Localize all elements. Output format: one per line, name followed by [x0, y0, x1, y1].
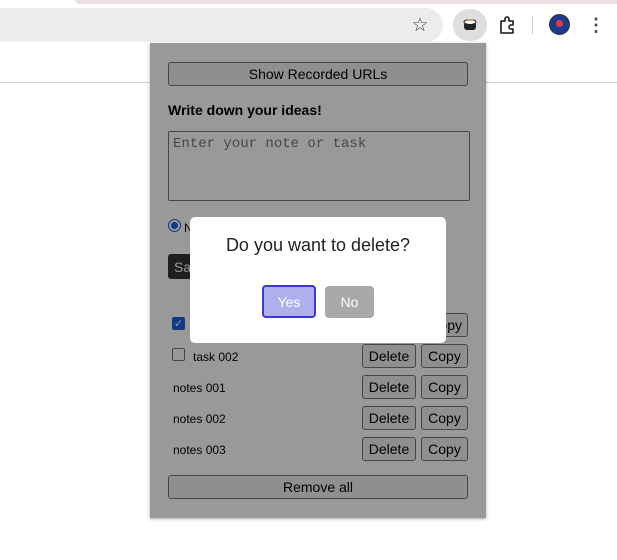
toolbar-separator: [532, 16, 533, 34]
confirm-dialog: Do you want to delete? Yes No: [190, 217, 446, 343]
yes-button[interactable]: Yes: [262, 285, 316, 318]
dialog-message: Do you want to delete?: [225, 235, 411, 255]
extension-icon[interactable]: [453, 9, 487, 41]
address-bar[interactable]: [0, 8, 443, 42]
puzzle-icon[interactable]: [494, 12, 520, 38]
tab-strip: [75, 0, 617, 4]
no-button[interactable]: No: [325, 286, 374, 318]
menu-icon[interactable]: ⋮: [585, 12, 607, 38]
star-icon[interactable]: ☆: [406, 12, 434, 38]
profile-avatar[interactable]: [549, 14, 570, 35]
